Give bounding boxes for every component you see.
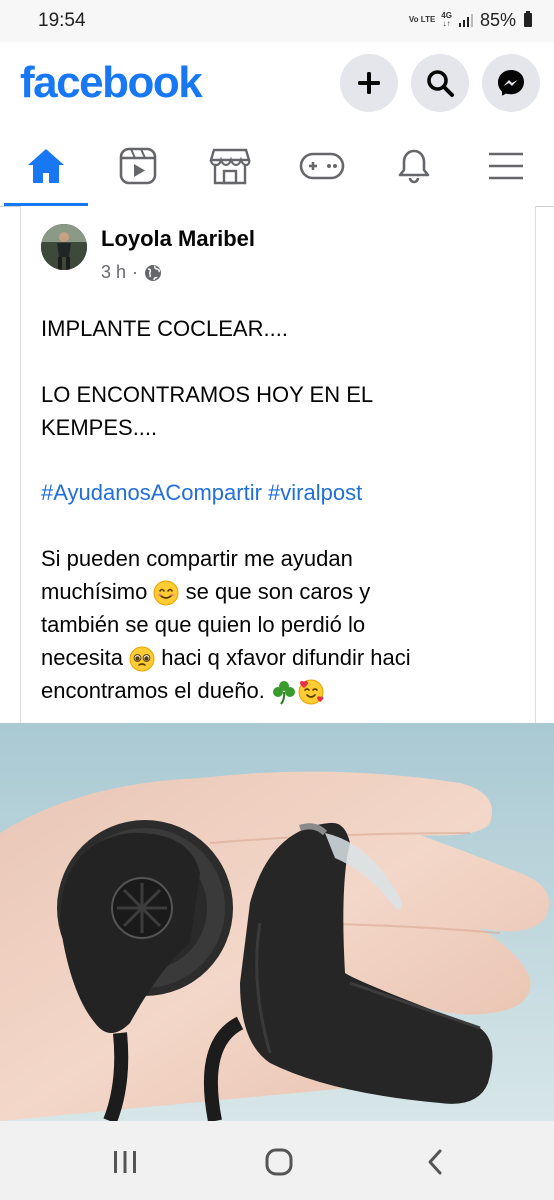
tab-marketplace[interactable] <box>184 126 276 206</box>
post-body-line: también se que quien lo perdió lo <box>41 612 366 637</box>
pleading-face-icon <box>129 646 155 672</box>
heart-face-icon <box>298 679 324 705</box>
post-body-line: encontramos el dueño. <box>41 674 521 707</box>
search-button[interactable] <box>411 54 469 112</box>
post-body-line: KEMPES.... <box>41 415 158 440</box>
cochlear-implant-photo <box>0 723 554 1121</box>
recents-icon <box>114 1151 136 1173</box>
facebook-logo[interactable]: facebook <box>20 58 203 108</box>
tab-watch[interactable] <box>92 126 184 206</box>
globe-icon <box>145 264 162 281</box>
recents-button[interactable] <box>105 1147 145 1177</box>
main-nav-tabs <box>0 126 554 207</box>
home-circle-icon <box>265 1148 293 1176</box>
tab-home[interactable] <box>0 126 92 206</box>
clover-icon <box>272 681 295 705</box>
messenger-button[interactable] <box>482 54 540 112</box>
messenger-icon <box>498 70 524 96</box>
signal-icon <box>458 14 473 27</box>
post-body-line: muchísimo se que son caros y <box>41 575 521 608</box>
menu-icon <box>489 152 523 180</box>
video-icon <box>119 147 157 185</box>
app-header: facebook <box>0 42 554 126</box>
post-hashtags[interactable]: #AyudanosACompartir #viralpost <box>41 476 521 509</box>
tab-menu[interactable] <box>460 126 552 206</box>
volte-indicator: Vo LTE <box>408 15 436 24</box>
status-time: 19:54 <box>38 10 86 31</box>
store-icon <box>209 148 251 185</box>
post-author[interactable]: Loyola Maribel <box>101 226 255 252</box>
back-icon <box>428 1149 442 1175</box>
home-system-button[interactable] <box>259 1147 299 1177</box>
tab-gaming[interactable] <box>276 126 368 206</box>
post-body-line: IMPLANTE COCLEAR.... <box>41 316 288 341</box>
create-button[interactable] <box>340 54 398 112</box>
network-indicator: 4G ↓↑ <box>441 11 452 28</box>
person-silhouette-icon <box>41 224 87 270</box>
post-body-line: LO ENCONTRAMOS HOY EN EL <box>41 382 374 407</box>
bell-icon <box>398 149 430 184</box>
battery-icon <box>524 11 532 27</box>
status-indicators: Vo LTE 4G ↓↑ 85% <box>409 9 532 31</box>
post-body-line: necesita haci q xfavor difundir haci <box>41 641 521 674</box>
post-body-line: Si pueden compartir me ayudan <box>41 546 353 571</box>
back-button[interactable] <box>415 1147 455 1177</box>
meta-separator: · <box>132 262 139 282</box>
gamepad-icon <box>299 152 345 180</box>
plus-icon <box>358 72 380 94</box>
post-card: Loyola Maribel 3 h · IMPLANTE COCLEAR...… <box>20 206 536 723</box>
system-navigation-bar <box>0 1121 554 1200</box>
post-photo[interactable] <box>0 723 554 1121</box>
author-avatar[interactable] <box>41 224 87 270</box>
smiling-face-icon <box>153 580 179 606</box>
post-time[interactable]: 3 h <box>101 262 126 283</box>
search-icon <box>427 70 454 97</box>
tab-notifications[interactable] <box>368 126 460 206</box>
battery-percent: 85% <box>479 9 516 30</box>
post-meta: 3 h · <box>101 262 162 283</box>
status-bar: 19:54 Vo LTE 4G ↓↑ 85% <box>0 0 554 42</box>
home-icon <box>28 149 64 183</box>
